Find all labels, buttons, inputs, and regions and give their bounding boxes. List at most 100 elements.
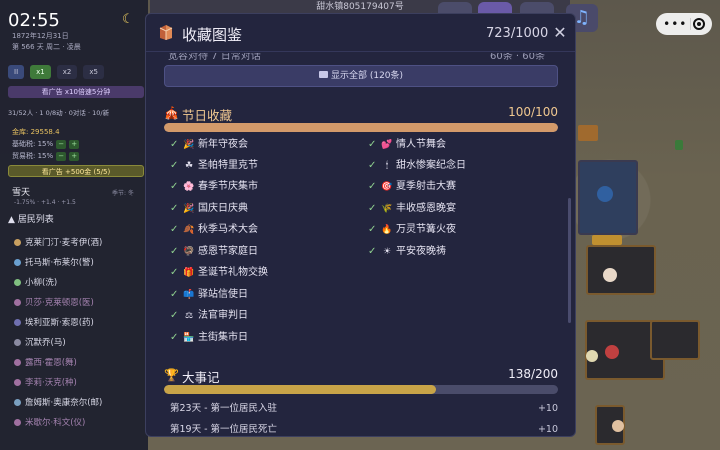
divider: [689, 18, 691, 30]
population-stats: 31/52人 · 1 0/8动 · 0对话 · 10/新: [8, 109, 110, 117]
festival-icon: 🎉: [183, 204, 195, 214]
event-points: +10: [537, 424, 558, 435]
resident-item[interactable]: 克莱门汀·麦考伊(酒): [14, 236, 102, 248]
treasury: 金库: 29558.4: [12, 127, 60, 137]
modal-body[interactable]: 宽容对待 7 日常对话 60条 · 60条 显示全部 (120条) 🎪 节日收藏…: [146, 53, 575, 436]
festival-item[interactable]: ✓ 🍂 秋季马术大会: [170, 223, 258, 237]
resident-item[interactable]: 贝莎·克莱顿恩(医): [14, 296, 94, 308]
tax-increase-button[interactable]: +: [69, 140, 80, 149]
festival-item[interactable]: ✓ ⚖ 法官审判日: [170, 309, 248, 323]
resident-avatar: [14, 359, 21, 366]
events-section-header: 🏆 大事记 138/200: [164, 367, 558, 385]
check-icon: ✓: [368, 181, 377, 192]
check-icon: ✓: [170, 181, 179, 192]
festival-item-label: 万灵节篝火夜: [396, 224, 456, 235]
festival-item[interactable]: ✓ 🌾 丰收感恩晚宴: [368, 202, 456, 216]
treasury-label: 金库: 29558.4: [12, 128, 60, 136]
resident-avatar: [14, 339, 21, 346]
check-icon: ✓: [170, 160, 179, 171]
festival-item[interactable]: ✓ 📫 驿站信使日: [170, 288, 248, 302]
more-icon[interactable]: •••: [663, 17, 687, 31]
festival-item[interactable]: ✓ 🎯 夏季射击大赛: [368, 180, 456, 194]
check-icon: ✓: [170, 246, 179, 257]
previous-row-count: 60条 · 60条: [490, 53, 545, 62]
festival-item[interactable]: ✓ 🦃 感恩节家庭日: [170, 245, 258, 259]
resident-item[interactable]: 米歇尔·科文(仪): [14, 416, 85, 428]
event-label: 第23天 - 第一位居民入驻: [170, 403, 278, 414]
festival-item[interactable]: ✓ 🎉 新年守夜会: [170, 138, 248, 152]
resident-avatar: [14, 379, 21, 386]
building-roof: [592, 235, 622, 245]
resident-item[interactable]: 李莉·沃克(种): [14, 376, 77, 388]
pause-button[interactable]: II: [8, 65, 25, 79]
building[interactable]: [586, 245, 656, 295]
check-icon: ✓: [170, 310, 179, 321]
game-date: 1872年12月31日: [12, 32, 69, 40]
festival-item[interactable]: ✓ 🎁 圣诞节礼物交换: [170, 266, 268, 280]
festival-icon: ☘: [184, 161, 194, 171]
close-icon[interactable]: ✕: [550, 23, 570, 43]
resident-avatar: [14, 419, 21, 426]
tax-increase-button[interactable]: +: [69, 152, 80, 161]
collection-count: 723/1000: [486, 26, 549, 41]
resident-avatar[interactable]: [603, 268, 617, 282]
festival-item[interactable]: ✓ 🎉 国庆日庆典: [170, 202, 248, 216]
resident-item[interactable]: 露西·霍恩(舞): [14, 356, 77, 368]
festival-item[interactable]: ✓ 💕 情人节舞会: [368, 138, 446, 152]
resident-name: 沉默乔(马): [25, 338, 66, 348]
check-icon: ✓: [170, 224, 179, 235]
festival-item-label: 圣诞节礼物交换: [198, 267, 268, 278]
festival-item[interactable]: ✓ ☀ 平安夜晚祷: [368, 245, 446, 259]
festival-icon: 🌾: [381, 204, 393, 214]
building-roof: [578, 125, 598, 141]
resident-name: 小柳(洗): [25, 278, 58, 288]
festival-item[interactable]: ✓ 🏪 主街集市日: [170, 331, 248, 345]
resident-avatar[interactable]: [586, 350, 598, 362]
show-all-button[interactable]: 显示全部 (120条): [164, 65, 558, 87]
building[interactable]: [650, 320, 700, 360]
festival-item[interactable]: ✓ 🔥 万灵节篝火夜: [368, 223, 456, 237]
festival-icon: ☀: [382, 247, 392, 257]
event-row[interactable]: 第19天 - 第一位居民死亡 +10: [170, 423, 558, 436]
resident-avatar[interactable]: [605, 345, 619, 359]
trophy-icon: 🏆: [164, 368, 179, 382]
game-clock: 02:55: [8, 10, 60, 31]
speed-x2-button[interactable]: x2: [56, 65, 78, 79]
residents-header[interactable]: ▲ 居民列表: [8, 212, 144, 225]
festival-item-label: 丰收感恩晚宴: [396, 203, 456, 214]
festival-item-label: 主街集市日: [198, 332, 248, 343]
festival-progress-fill: [164, 123, 558, 132]
event-row[interactable]: 第23天 - 第一位居民入驻 +10: [170, 402, 558, 416]
tax-decrease-button[interactable]: −: [56, 152, 67, 161]
festival-item-label: 情人节舞会: [396, 139, 446, 150]
speed-x5-button[interactable]: x5: [83, 65, 104, 79]
festival-icon: 🕯: [385, 161, 389, 171]
festival-item[interactable]: ✓ 🌸 春季节庆集市: [170, 180, 258, 194]
resident-item[interactable]: 詹姆斯·奥康奈尔(邮): [14, 396, 102, 408]
close-target-icon[interactable]: [692, 18, 705, 30]
tax-decrease-button[interactable]: −: [56, 140, 67, 149]
event-label: 第19天 - 第一位居民死亡: [170, 424, 278, 435]
resident-item[interactable]: 小柳(洗): [14, 276, 57, 288]
speed-x1-button[interactable]: x1: [30, 65, 51, 79]
modal-scrollbar[interactable]: [568, 198, 571, 323]
festival-item-label: 驿站信使日: [198, 289, 248, 300]
ad-speed-button[interactable]: 看广告 x10倍速5分钟: [8, 86, 144, 98]
resident-avatar: [14, 299, 21, 306]
events-progress-fill: [164, 385, 436, 394]
festival-item-label: 感恩节家庭日: [198, 246, 258, 257]
check-icon: ✓: [368, 203, 377, 214]
festival-item[interactable]: ✓ ☘ 圣帕特里克节: [170, 159, 258, 173]
resident-item[interactable]: 埃利亚斯·索恩(药): [14, 316, 94, 328]
festival-item-label: 法官审判日: [198, 310, 248, 321]
ad-gold-button[interactable]: 看广告 +500金 (5/5): [8, 165, 144, 177]
resident-avatar: [14, 259, 21, 266]
resident-item[interactable]: 托马斯·布莱尔(警): [14, 256, 94, 268]
resident-avatar[interactable]: [612, 420, 624, 432]
list-icon: [318, 71, 328, 78]
festival-section-title: 节日收藏: [182, 108, 233, 123]
resident-name: 贝莎·克莱顿恩(医): [25, 298, 94, 308]
festival-icon: 🎁: [183, 268, 195, 278]
resident-item[interactable]: 沉默乔(马): [14, 336, 66, 348]
festival-item[interactable]: ✓ 🕯 甜水惨案纪念日: [368, 159, 466, 173]
